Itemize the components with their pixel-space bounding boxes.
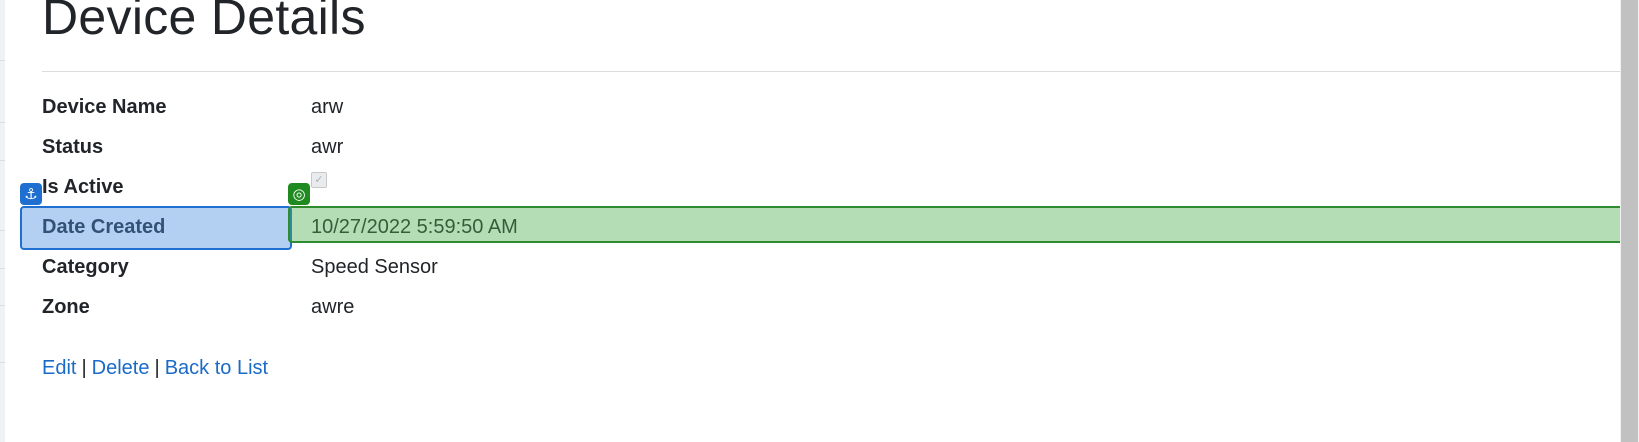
detail-row-device-name: Device Name arw [42, 88, 1602, 128]
detail-label: Category [42, 256, 129, 278]
detail-value: awr [311, 136, 344, 158]
scrollbar-thumb[interactable] [1621, 0, 1638, 442]
target-highlight [288, 206, 1635, 243]
vertical-scrollbar[interactable] [1620, 0, 1639, 442]
detail-label: Status [42, 136, 104, 158]
title-divider [42, 71, 1620, 72]
detail-label: Zone [42, 296, 90, 318]
detail-row-status: Status awr [42, 128, 1602, 168]
page-title: Device Details [42, 0, 366, 45]
detail-value: arw [311, 96, 344, 118]
detail-value: Speed Sensor [311, 256, 438, 278]
detail-value: awre [311, 296, 355, 318]
link-separator: | [154, 357, 160, 379]
edit-link[interactable]: Edit [42, 357, 76, 379]
left-panel-edge [0, 0, 5, 442]
detail-row-is-active: Is Active ✓ [42, 168, 1602, 208]
link-separator: | [81, 357, 87, 379]
target-icon: ◎ [288, 183, 310, 205]
detail-label: Is Active [42, 176, 124, 198]
anchor-icon: ⚓ [20, 183, 42, 205]
delete-link[interactable]: Delete [92, 357, 150, 379]
detail-row-category: Category Speed Sensor [42, 248, 1602, 288]
detail-row-zone: Zone awre [42, 288, 1602, 328]
action-links: Edit | Delete | Back to List [42, 357, 268, 380]
is-active-checkbox: ✓ [311, 172, 327, 188]
detail-label: Device Name [42, 96, 167, 118]
anchor-highlight [20, 206, 292, 250]
back-to-list-link[interactable]: Back to List [165, 357, 268, 379]
